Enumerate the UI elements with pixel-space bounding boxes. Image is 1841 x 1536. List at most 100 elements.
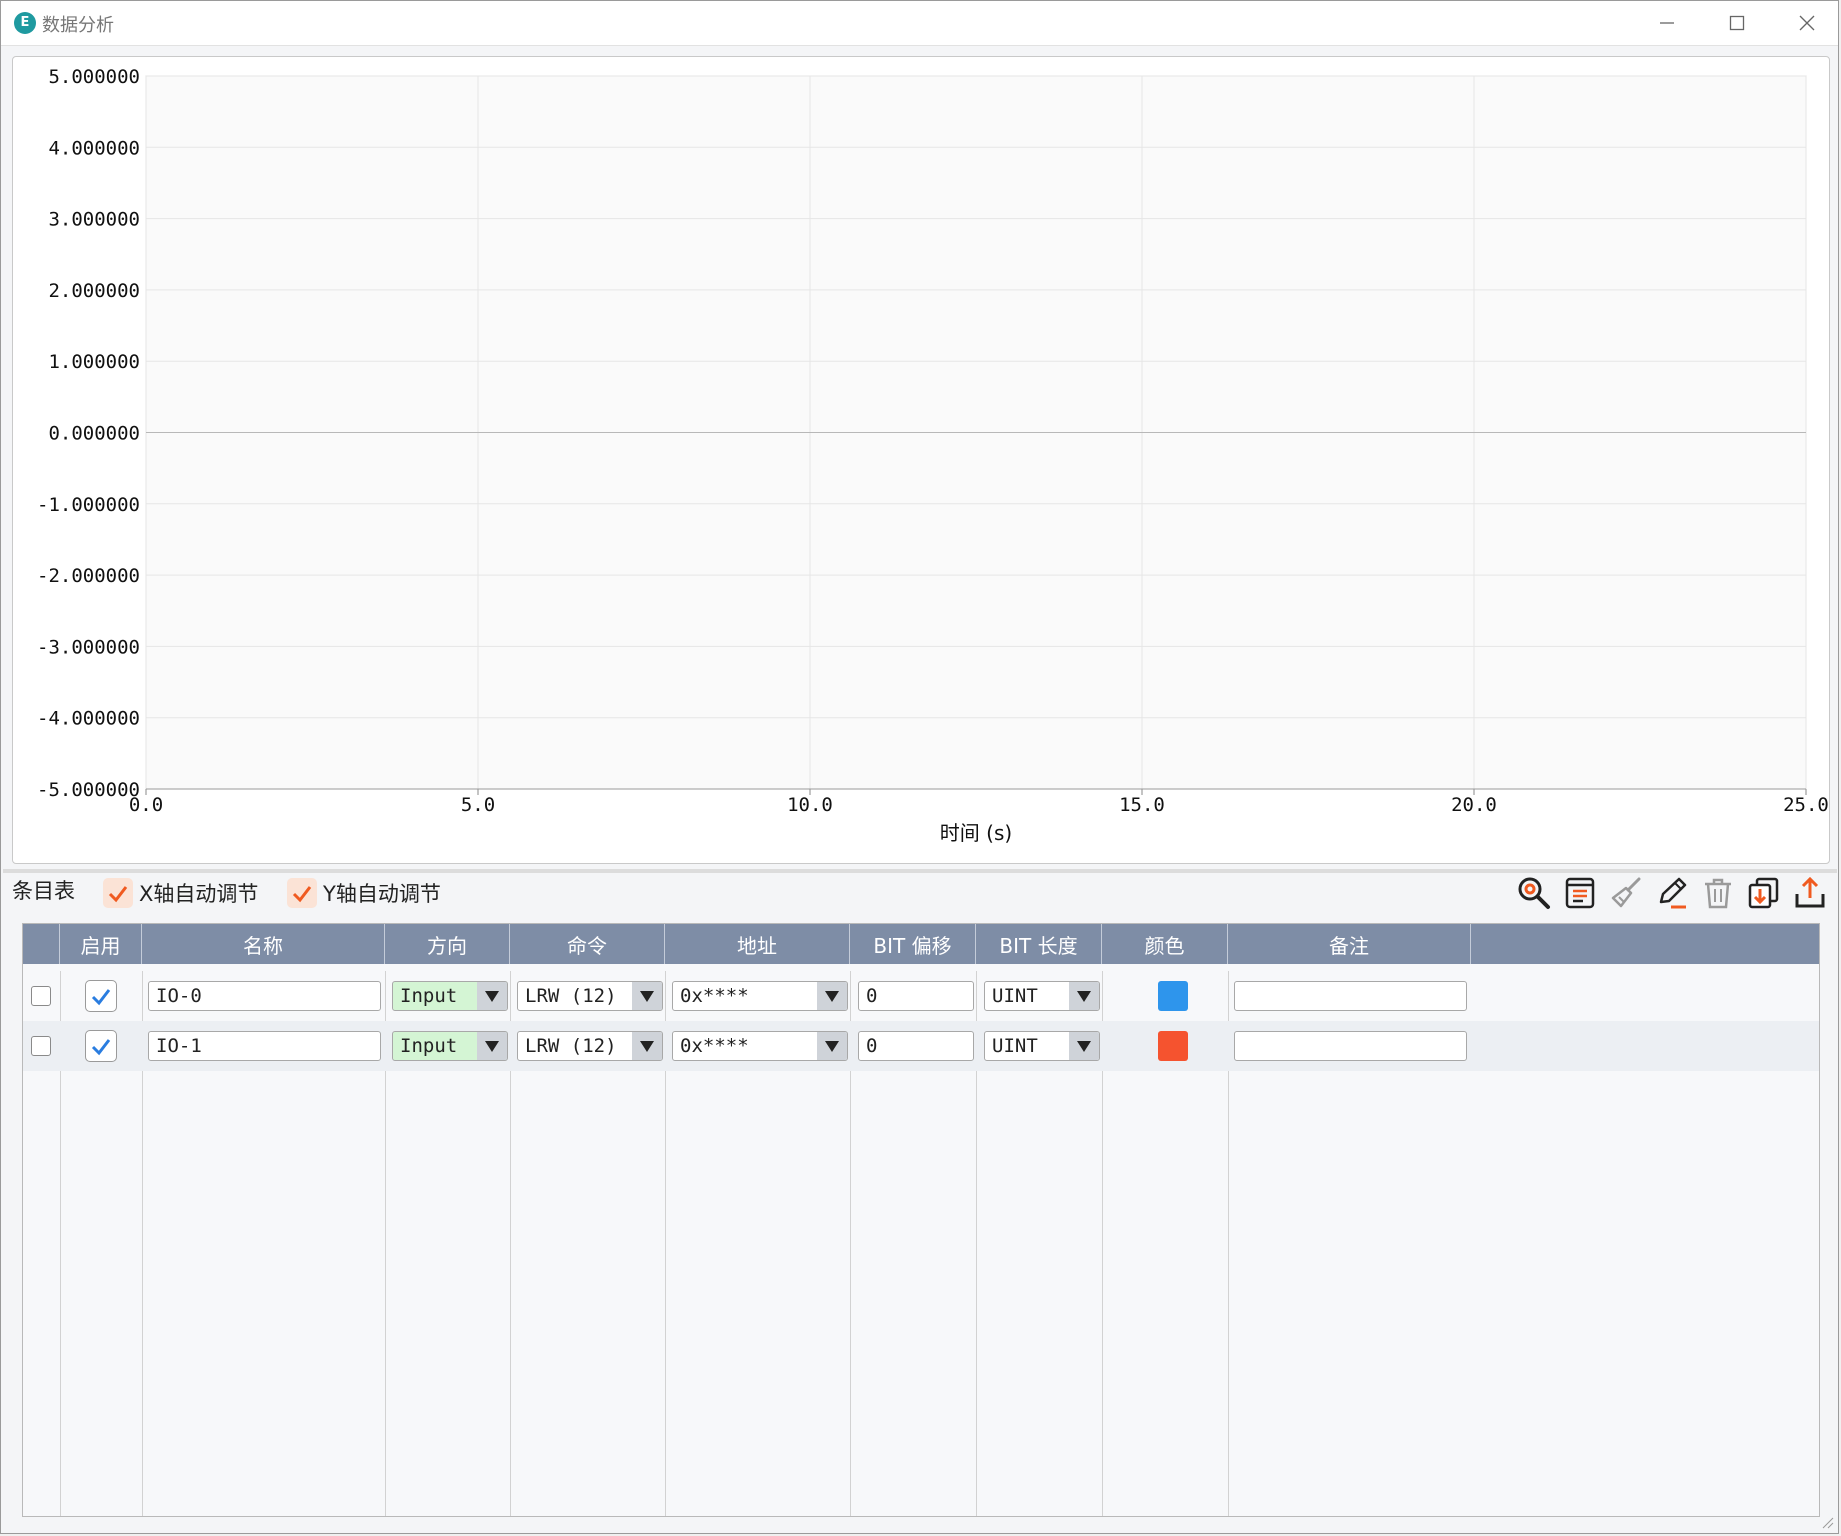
note-cell [1234, 1021, 1467, 1071]
command-select[interactable]: LRW (12) [517, 981, 663, 1011]
bit-length-select[interactable]: UINT [984, 981, 1100, 1011]
title-bar[interactable]: E 数据分析 [1, 1, 1838, 46]
chevron-down-icon[interactable] [477, 982, 507, 1010]
enabled-cell [85, 971, 117, 1021]
col-header-bit-offset[interactable]: BIT 偏移 [850, 924, 976, 964]
chart[interactable]: 0.0 5.0 10.0 15.0 20.0 25.05.0000004.0000003.… [13, 57, 1829, 863]
note-input[interactable] [1234, 981, 1467, 1011]
chart-panel[interactable]: 0.0 5.0 10.0 15.0 20.0 25.0 5.000000 4.000000 3.… [12, 56, 1830, 864]
x-auto-checkbox[interactable]: X轴自动调节 [103, 878, 258, 908]
search-icon [1518, 877, 1550, 909]
minimize-button[interactable] [1637, 5, 1697, 41]
direction-value: Input [400, 1035, 458, 1057]
close-button[interactable] [1777, 5, 1837, 41]
list-icon [1565, 877, 1595, 909]
chevron-down-icon[interactable] [1069, 982, 1099, 1010]
bit-offset-input[interactable]: 0 [858, 981, 974, 1011]
col-header-filler [1471, 924, 1819, 964]
col-header-note[interactable]: 备注 [1228, 924, 1471, 964]
address-select[interactable]: 0x**** [672, 1031, 848, 1061]
bit-offset-cell: 0 [858, 971, 974, 1021]
col-header-select[interactable] [23, 924, 60, 964]
grid-header: 启用 名称 方向 命令 地址 BIT 偏移 BIT 长度 颜色 备注 [23, 924, 1819, 964]
color-swatch[interactable] [1158, 1031, 1188, 1061]
col-header-enabled[interactable]: 启用 [60, 924, 142, 964]
x-auto-label: X轴自动调节 [139, 882, 259, 906]
chevron-down-icon[interactable] [817, 1032, 847, 1060]
col-header-name[interactable]: 名称 [142, 924, 385, 964]
y-tick-label: 1.000000 [48, 351, 140, 373]
direction-select[interactable]: Input [392, 981, 508, 1011]
bit-length-value: UINT [992, 1035, 1038, 1057]
chevron-down-icon[interactable] [1069, 1032, 1099, 1060]
edit-button[interactable] [1653, 874, 1691, 912]
maximize-button[interactable] [1707, 5, 1767, 41]
app-logo-icon: E [14, 12, 36, 34]
bit-length-cell: UINT [984, 971, 1100, 1021]
col-header-color[interactable]: 颜色 [1102, 924, 1228, 964]
direction-value: Input [400, 985, 458, 1007]
y-tick-label: -1.000000 [37, 494, 140, 516]
col-header-bit-length[interactable]: BIT 长度 [976, 924, 1102, 964]
entries-grid: 启用 名称 方向 命令 地址 BIT 偏移 BIT 长度 颜色 备注 IO-0 … [22, 923, 1820, 1517]
search-button[interactable] [1515, 874, 1553, 912]
y-auto-check-box[interactable] [287, 878, 317, 908]
name-input[interactable]: IO-1 [148, 1031, 381, 1061]
app-window: E 数据分析 0.0 5.0 10.0 15.0 20.0 25.0 5.000000 4.0… [0, 0, 1839, 1534]
check-icon [108, 886, 128, 903]
delete-button[interactable] [1699, 874, 1737, 912]
x-tick-label: 15.0 [1119, 794, 1165, 816]
brush-button[interactable] [1607, 874, 1645, 912]
bit-offset-cell: 0 [858, 1021, 974, 1071]
bit-length-select[interactable]: UINT [984, 1031, 1100, 1061]
entries-label: 条目表 [12, 879, 75, 903]
row-select-cell [31, 1021, 51, 1071]
name-cell: IO-0 [148, 971, 381, 1021]
chevron-down-icon[interactable] [477, 1032, 507, 1060]
chevron-down-icon[interactable] [632, 1032, 662, 1060]
enabled-checkbox[interactable] [85, 980, 117, 1012]
export-button[interactable] [1791, 874, 1829, 912]
row-select-checkbox[interactable] [31, 986, 51, 1006]
name-input[interactable]: IO-0 [148, 981, 381, 1011]
command-select[interactable]: LRW (12) [517, 1031, 663, 1061]
direction-cell: Input [392, 971, 508, 1021]
color-swatch[interactable] [1158, 981, 1188, 1011]
window-title: 数据分析 [42, 15, 114, 36]
row-select-checkbox[interactable] [31, 1036, 51, 1056]
command-value: LRW (12) [525, 985, 617, 1007]
y-tick-label: -3.000000 [37, 636, 140, 658]
y-auto-label: Y轴自动调节 [323, 882, 441, 906]
splitter[interactable] [3, 869, 1837, 873]
address-cell: 0x**** [672, 1021, 848, 1071]
list-button[interactable] [1561, 874, 1599, 912]
resize-grip-icon[interactable] [1818, 1513, 1834, 1529]
name-cell: IO-1 [148, 1021, 381, 1071]
y-auto-checkbox[interactable]: Y轴自动调节 [287, 878, 441, 908]
bit-length-cell: UINT [984, 1021, 1100, 1071]
chevron-down-icon[interactable] [817, 982, 847, 1010]
chevron-down-icon[interactable] [632, 982, 662, 1010]
x-auto-check-box[interactable] [103, 878, 133, 908]
row-select-cell [31, 971, 51, 1021]
check-icon [91, 989, 111, 1006]
minimize-icon [1660, 22, 1674, 24]
table-row[interactable]: IO-1 Input LRW (12) 0x**** 0 UINT [23, 1021, 1819, 1071]
col-header-command[interactable]: 命令 [510, 924, 665, 964]
x-tick-label: 25.0 [1783, 794, 1829, 816]
edit-icon [1659, 877, 1687, 909]
x-tick-label: 5.0 [461, 794, 495, 816]
delete-icon [1705, 878, 1731, 909]
enabled-checkbox[interactable] [85, 1030, 117, 1062]
import-button[interactable] [1745, 874, 1783, 912]
col-header-direction[interactable]: 方向 [385, 924, 510, 964]
command-value: LRW (12) [525, 1035, 617, 1057]
col-header-address[interactable]: 地址 [665, 924, 850, 964]
table-row[interactable]: IO-0 Input LRW (12) 0x**** 0 UINT [23, 971, 1819, 1021]
address-select[interactable]: 0x**** [672, 981, 848, 1011]
x-tick-label: 20.0 [1451, 794, 1497, 816]
note-input[interactable] [1234, 1031, 1467, 1061]
bit-offset-input[interactable]: 0 [858, 1031, 974, 1061]
direction-select[interactable]: Input [392, 1031, 508, 1061]
color-cell [1158, 971, 1188, 1021]
